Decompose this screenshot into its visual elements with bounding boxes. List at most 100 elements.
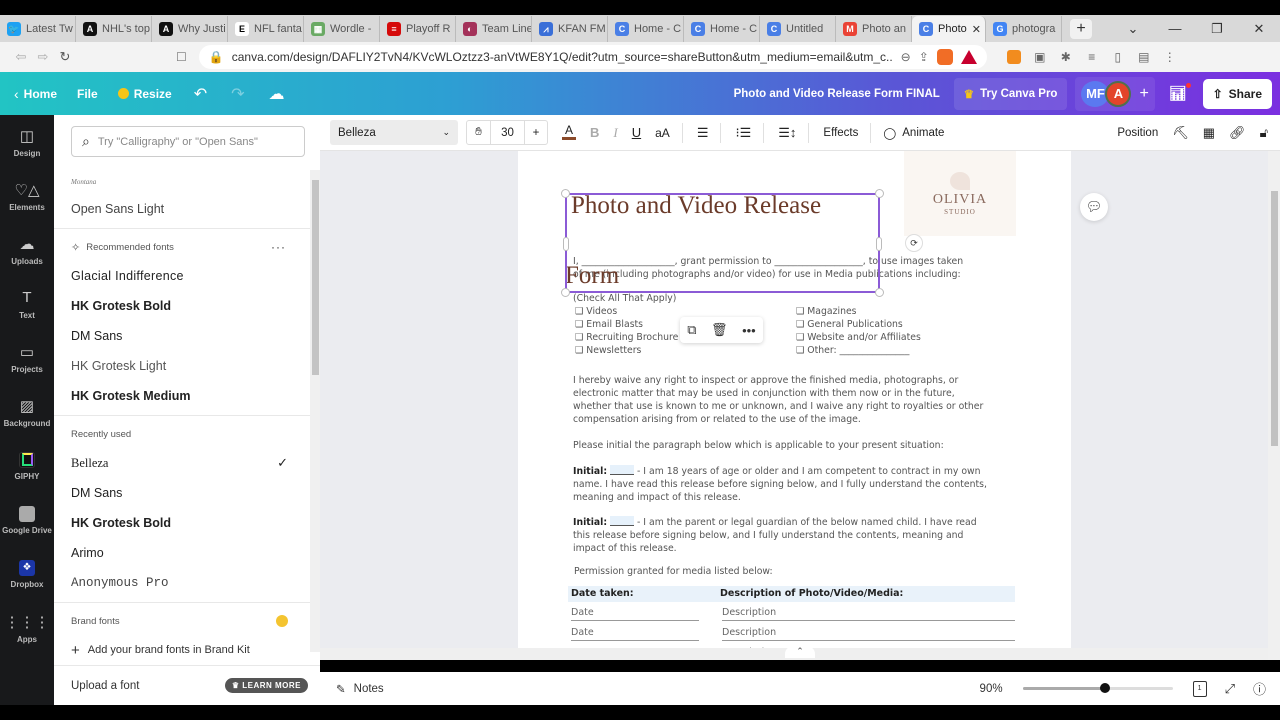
- reload-icon[interactable]: ↻: [54, 49, 76, 65]
- horizontal-scrollbar[interactable]: ⌃: [320, 646, 1268, 660]
- zoom-slider[interactable]: [1022, 683, 1173, 693]
- rail-item-uploads[interactable]: ☁ Uploads: [0, 223, 54, 277]
- cloud-save-icon[interactable]: ☁: [257, 84, 297, 104]
- paint-roller-icon[interactable]: ⛏: [1172, 125, 1189, 141]
- resize-handle[interactable]: [875, 288, 884, 297]
- lock-icon[interactable]: 🔓︎: [1260, 125, 1268, 141]
- resize-handle[interactable]: [561, 189, 570, 198]
- panel-scrollbar[interactable]: [310, 170, 320, 652]
- font-item[interactable]: Open Sans Light: [54, 194, 310, 224]
- rail-item-google-drive[interactable]: Google Drive: [0, 493, 54, 547]
- browser-tab[interactable]: A Why Justi: [152, 16, 228, 42]
- browser-tab[interactable]: C Home - C: [608, 16, 684, 42]
- duplicate-icon[interactable]: ⧉: [687, 322, 696, 338]
- bookmark-icon[interactable]: ☐: [176, 50, 187, 64]
- font-family-dropdown[interactable]: Belleza ⌄: [330, 120, 458, 145]
- add-brand-fonts-link[interactable]: + Add your brand fonts in Brand Kit: [54, 635, 310, 665]
- position-button[interactable]: Position: [1117, 127, 1158, 139]
- browser-tab[interactable]: ≡ Playoff R: [380, 16, 456, 42]
- resize-handle[interactable]: [561, 288, 570, 297]
- file-menu-button[interactable]: File: [67, 72, 108, 115]
- description-field[interactable]: Description: [722, 607, 1015, 621]
- text-color-button[interactable]: A: [562, 124, 576, 140]
- effects-button[interactable]: Effects: [823, 127, 858, 139]
- font-item[interactable]: HK Grotesk Bold: [54, 508, 310, 538]
- font-item[interactable]: DM Sans: [54, 478, 310, 508]
- canvas-scrollbar[interactable]: [1268, 151, 1280, 660]
- rail-item-projects[interactable]: ▭ Projects: [0, 331, 54, 385]
- rail-item-elements[interactable]: ♡△ Elements: [0, 169, 54, 223]
- description-field[interactable]: Description: [722, 627, 1015, 641]
- forward-icon[interactable]: ⇨: [32, 49, 54, 65]
- document-title[interactable]: Photo and Video Release Form FINAL: [734, 88, 940, 100]
- add-collaborator-icon[interactable]: +: [1139, 85, 1148, 103]
- slider-knob[interactable]: [1100, 683, 1111, 693]
- transparency-icon[interactable]: ▦: [1203, 125, 1215, 141]
- reading-list-icon[interactable]: ≡: [1085, 50, 1099, 64]
- share-page-icon[interactable]: ⇪: [919, 50, 929, 64]
- font-search-input[interactable]: ⌕ Try "Calligraphy" or "Open Sans": [71, 126, 305, 157]
- font-size-input[interactable]: 30: [491, 121, 525, 144]
- date-field[interactable]: Date: [571, 627, 699, 641]
- try-canva-pro-button[interactable]: ♛ Try Canva Pro: [953, 77, 1068, 110]
- browser-tab[interactable]: Gphotogra: [986, 16, 1062, 42]
- increase-size-button[interactable]: +: [525, 121, 547, 144]
- font-item[interactable]: Arimo: [54, 538, 310, 568]
- underline-button[interactable]: U: [632, 125, 641, 140]
- initial-field[interactable]: [610, 516, 635, 526]
- extension-icon[interactable]: [1006, 50, 1021, 64]
- learn-more-button[interactable]: ♛ LEARN MORE: [224, 678, 308, 693]
- font-item[interactable]: HK Grotesk Light: [54, 351, 310, 381]
- resize-handle[interactable]: [563, 237, 569, 251]
- extension-icon[interactable]: ▣: [1033, 50, 1047, 64]
- add-comment-icon[interactable]: 💬︎: [1080, 193, 1108, 221]
- close-tab-icon[interactable]: ✕: [972, 23, 981, 36]
- expand-pages-icon[interactable]: ⌃: [785, 646, 815, 658]
- italic-button[interactable]: I: [613, 125, 617, 141]
- upload-font-button[interactable]: Upload a font ♛ LEARN MORE: [54, 665, 320, 705]
- more-options-icon[interactable]: ···: [271, 240, 286, 254]
- font-item[interactable]: Anonymous Pro: [54, 568, 310, 598]
- rail-item-design[interactable]: ◫ Design: [0, 115, 54, 169]
- more-icon[interactable]: •••: [742, 323, 756, 338]
- bold-button[interactable]: B: [590, 125, 599, 140]
- brave-shield-icon[interactable]: [936, 49, 953, 65]
- browser-tab[interactable]: ⩘ KFAN FM: [532, 16, 608, 42]
- page-count-icon[interactable]: 1: [1192, 680, 1207, 697]
- minimize-icon[interactable]: —: [1154, 21, 1196, 36]
- resize-handle[interactable]: [875, 189, 884, 198]
- scrollbar-thumb[interactable]: [312, 180, 319, 375]
- resize-button[interactable]: Resize: [108, 72, 182, 115]
- rail-item-background[interactable]: ▨ Background: [0, 385, 54, 439]
- close-window-icon[interactable]: ✕: [1238, 21, 1280, 37]
- avatar[interactable]: A: [1105, 80, 1132, 107]
- rail-item-giphy[interactable]: GIPHY: [0, 439, 54, 493]
- menu-icon[interactable]: ⋮: [1163, 50, 1177, 64]
- fullscreen-icon[interactable]: ⤢: [1225, 681, 1235, 697]
- back-icon[interactable]: ⇦: [10, 49, 32, 65]
- rail-item-dropbox[interactable]: ❖ Dropbox: [0, 547, 54, 601]
- url-input[interactable]: 🔒 canva.com/design/DAFLIY2TvN4/KVcWLOztz…: [198, 45, 987, 69]
- initial-field[interactable]: [610, 465, 635, 475]
- font-item[interactable]: HK Grotesk Medium: [54, 381, 310, 411]
- decrease-size-button[interactable]: ✋︎: [467, 121, 491, 144]
- puzzle-icon[interactable]: ✱: [1059, 50, 1073, 64]
- redo-icon[interactable]: ↷: [219, 84, 256, 104]
- trash-icon[interactable]: 🗑︎: [711, 322, 728, 338]
- notes-button[interactable]: ✎ Notes: [336, 682, 384, 696]
- zoom-level[interactable]: 90%: [980, 683, 1003, 695]
- share-button[interactable]: ⇧ Share: [1202, 78, 1272, 109]
- help-icon[interactable]: ⓘ: [1253, 679, 1266, 698]
- wallet-icon[interactable]: ▤: [1137, 50, 1151, 64]
- font-item[interactable]: Belleza ✓: [54, 448, 310, 478]
- design-page[interactable]: OLIVIA STUDIO Photo and Video Release I,…: [518, 151, 1071, 660]
- link-icon[interactable]: 🔗︎: [1229, 125, 1246, 141]
- selection-box[interactable]: [561, 189, 884, 297]
- sidebar-icon[interactable]: ▯: [1111, 50, 1125, 64]
- list-icon[interactable]: ⁝☰: [735, 125, 751, 141]
- new-tab-button[interactable]: +: [1070, 19, 1092, 39]
- browser-tab[interactable]: C Home - C: [684, 16, 760, 42]
- align-left-icon[interactable]: ☰: [697, 125, 709, 141]
- browser-tab[interactable]: ◐ Team Line: [456, 16, 532, 42]
- scrollbar-thumb[interactable]: [1271, 191, 1278, 446]
